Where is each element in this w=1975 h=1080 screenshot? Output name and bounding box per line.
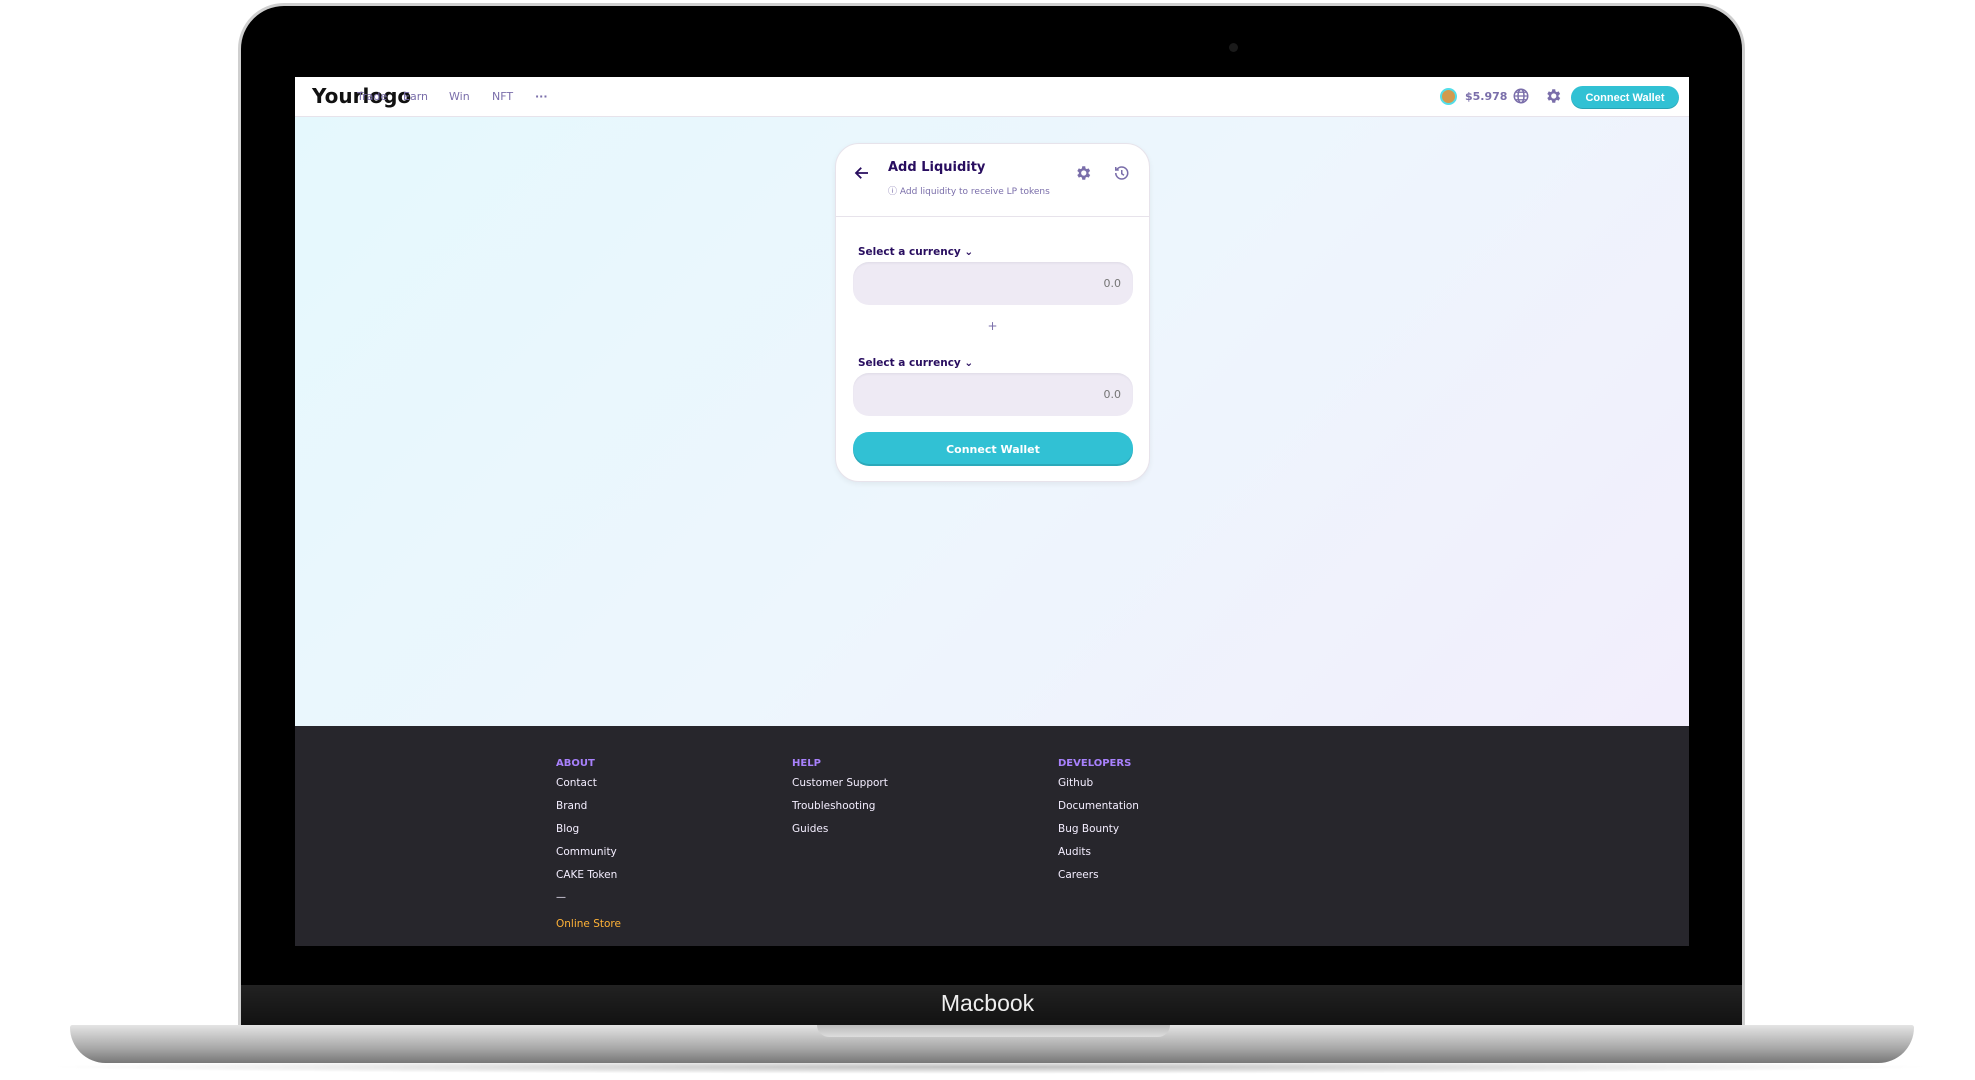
nav-more[interactable]: ··· bbox=[535, 90, 548, 103]
footer-link[interactable]: Community bbox=[556, 846, 621, 869]
amount-input-a[interactable] bbox=[853, 262, 1133, 305]
card-header: Add Liquidity ⓘ Add liquidity to receive… bbox=[836, 144, 1149, 217]
globe-icon[interactable] bbox=[1512, 87, 1530, 105]
laptop-notch bbox=[817, 1025, 1170, 1037]
add-liquidity-card: Add Liquidity ⓘ Add liquidity to receive… bbox=[835, 143, 1150, 482]
main-content: Add Liquidity ⓘ Add liquidity to receive… bbox=[295, 117, 1689, 726]
footer-help: HELP Customer Support Troubleshooting Gu… bbox=[792, 758, 888, 846]
footer-link[interactable]: CAKE Token bbox=[556, 869, 621, 892]
footer-link[interactable]: Audits bbox=[1058, 846, 1139, 869]
card-title: Add Liquidity bbox=[888, 160, 986, 175]
footer-link[interactable]: Guides bbox=[792, 823, 888, 846]
currency-select-b-label: Select a currency bbox=[858, 357, 961, 369]
back-arrow-icon[interactable] bbox=[853, 164, 871, 182]
footer-link[interactable]: Contact bbox=[556, 777, 621, 800]
card-settings-icon[interactable] bbox=[1074, 164, 1092, 182]
card-subtitle: ⓘ Add liquidity to receive LP tokens bbox=[888, 184, 1050, 197]
nav-nft[interactable]: NFT bbox=[492, 90, 513, 103]
footer-heading-about: ABOUT bbox=[556, 758, 595, 769]
footer-link[interactable]: Brand bbox=[556, 800, 621, 823]
footer-link[interactable]: Troubleshooting bbox=[792, 800, 888, 823]
footer-link[interactable]: Careers bbox=[1058, 869, 1139, 892]
footer-about: ABOUT Contact Brand Blog Community CAKE … bbox=[556, 758, 621, 931]
top-nav: Yourlogo Trade Earn Win NFT ··· $5.978 C… bbox=[295, 77, 1689, 117]
cake-price[interactable]: $5.978 bbox=[1465, 90, 1507, 103]
device-brand-label: Macbook bbox=[940, 990, 1035, 1016]
footer-link[interactable]: Customer Support bbox=[792, 777, 888, 800]
footer-link-online-store[interactable]: Online Store bbox=[556, 918, 621, 930]
nav-earn[interactable]: Earn bbox=[403, 90, 428, 103]
chevron-down-icon: ⌄ bbox=[964, 246, 974, 258]
nav-trade[interactable]: Trade bbox=[357, 90, 387, 103]
footer-link[interactable]: Bug Bounty bbox=[1058, 823, 1139, 846]
subtitle-text: Add liquidity to receive LP tokens bbox=[899, 187, 1050, 197]
currency-select-a-label: Select a currency bbox=[858, 246, 961, 258]
footer-developers: DEVELOPERS Github Documentation Bug Boun… bbox=[1058, 758, 1139, 892]
settings-gear-icon[interactable] bbox=[1544, 87, 1562, 105]
footer-divider: — bbox=[556, 892, 566, 903]
screen: Yourlogo Trade Earn Win NFT ··· $5.978 C… bbox=[295, 77, 1689, 946]
camera bbox=[1229, 43, 1238, 52]
help-circle-icon[interactable]: ⓘ bbox=[888, 187, 900, 197]
nav-win[interactable]: Win bbox=[449, 90, 470, 103]
currency-select-a[interactable]: Select a currency ⌄ bbox=[858, 246, 973, 258]
currency-select-b[interactable]: Select a currency ⌄ bbox=[858, 357, 973, 369]
footer-heading-developers: DEVELOPERS bbox=[1058, 758, 1132, 769]
cake-token-icon bbox=[1440, 88, 1457, 105]
header-connect-wallet-button[interactable]: Connect Wallet bbox=[1571, 86, 1679, 109]
footer-link[interactable]: Github bbox=[1058, 777, 1139, 800]
footer-link[interactable]: Blog bbox=[556, 823, 621, 846]
footer: ABOUT Contact Brand Blog Community CAKE … bbox=[295, 726, 1689, 946]
amount-input-b[interactable] bbox=[853, 373, 1133, 416]
connect-wallet-button[interactable]: Connect Wallet bbox=[853, 432, 1133, 466]
chevron-down-icon: ⌄ bbox=[964, 357, 974, 369]
footer-heading-help: HELP bbox=[792, 758, 821, 769]
history-icon[interactable] bbox=[1112, 164, 1130, 182]
plus-icon: + bbox=[987, 319, 998, 333]
footer-link[interactable]: Documentation bbox=[1058, 800, 1139, 823]
